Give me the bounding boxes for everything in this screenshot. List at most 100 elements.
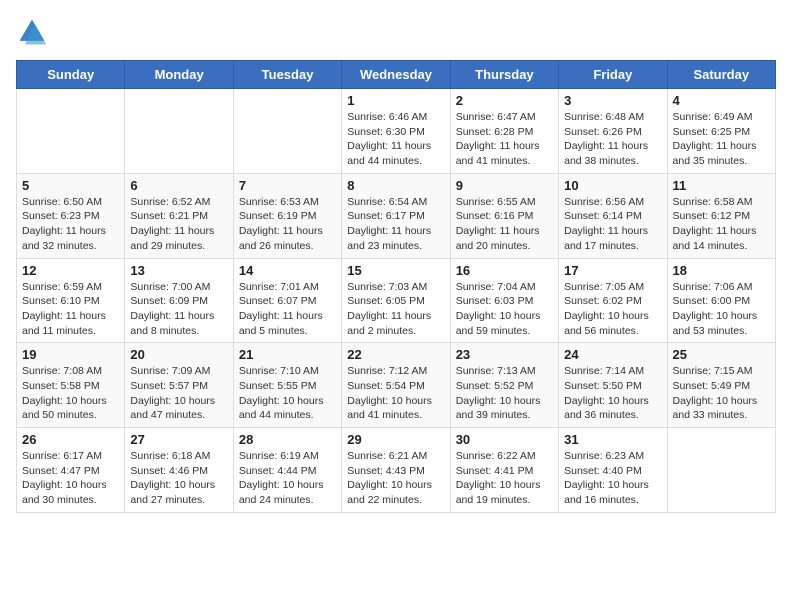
day-number: 24 (564, 347, 661, 362)
day-number: 21 (239, 347, 336, 362)
day-info: Sunrise: 7:10 AM Sunset: 5:55 PM Dayligh… (239, 364, 336, 423)
calendar-header-row: SundayMondayTuesdayWednesdayThursdayFrid… (17, 61, 776, 89)
day-number: 2 (456, 93, 553, 108)
day-info: Sunrise: 6:18 AM Sunset: 4:46 PM Dayligh… (130, 449, 227, 508)
weekday-header: Monday (125, 61, 233, 89)
day-info: Sunrise: 6:46 AM Sunset: 6:30 PM Dayligh… (347, 110, 444, 169)
calendar-cell: 22 Sunrise: 7:12 AM Sunset: 5:54 PM Dayli… (342, 343, 450, 428)
calendar-cell: 20 Sunrise: 7:09 AM Sunset: 5:57 PM Dayli… (125, 343, 233, 428)
calendar-cell: 11 Sunrise: 6:58 AM Sunset: 6:12 PM Dayli… (667, 173, 775, 258)
day-number: 7 (239, 178, 336, 193)
calendar-week-row: 19 Sunrise: 7:08 AM Sunset: 5:58 PM Dayli… (17, 343, 776, 428)
calendar-cell: 10 Sunrise: 6:56 AM Sunset: 6:14 PM Dayli… (559, 173, 667, 258)
day-info: Sunrise: 7:00 AM Sunset: 6:09 PM Dayligh… (130, 280, 227, 339)
calendar-cell: 24 Sunrise: 7:14 AM Sunset: 5:50 PM Dayli… (559, 343, 667, 428)
calendar-cell (125, 89, 233, 174)
calendar-cell: 1 Sunrise: 6:46 AM Sunset: 6:30 PM Daylig… (342, 89, 450, 174)
calendar-cell: 27 Sunrise: 6:18 AM Sunset: 4:46 PM Dayli… (125, 428, 233, 513)
calendar-cell: 17Sunrise: 7:05 AM Sunset: 6:02 PM Dayli… (559, 258, 667, 343)
day-info: Sunrise: 6:48 AM Sunset: 6:26 PM Dayligh… (564, 110, 661, 169)
calendar-cell: 13 Sunrise: 7:00 AM Sunset: 6:09 PM Dayli… (125, 258, 233, 343)
calendar-cell: 12 Sunrise: 6:59 AM Sunset: 6:10 PM Dayli… (17, 258, 125, 343)
day-number: 30 (456, 432, 553, 447)
day-info: Sunrise: 6:21 AM Sunset: 4:43 PM Dayligh… (347, 449, 444, 508)
day-number: 29 (347, 432, 444, 447)
day-info: Sunrise: 7:13 AM Sunset: 5:52 PM Dayligh… (456, 364, 553, 423)
day-info: Sunrise: 6:56 AM Sunset: 6:14 PM Dayligh… (564, 195, 661, 254)
day-number: 27 (130, 432, 227, 447)
day-info: Sunrise: 7:12 AM Sunset: 5:54 PM Dayligh… (347, 364, 444, 423)
weekday-header: Wednesday (342, 61, 450, 89)
day-info: Sunrise: 6:55 AM Sunset: 6:16 PM Dayligh… (456, 195, 553, 254)
calendar-cell: 8 Sunrise: 6:54 AM Sunset: 6:17 PM Daylig… (342, 173, 450, 258)
calendar-cell: 18 Sunrise: 7:06 AM Sunset: 6:00 PM Dayli… (667, 258, 775, 343)
day-info: Sunrise: 6:53 AM Sunset: 6:19 PM Dayligh… (239, 195, 336, 254)
day-number: 13 (130, 263, 227, 278)
day-info: Sunrise: 6:23 AM Sunset: 4:40 PM Dayligh… (564, 449, 661, 508)
calendar-week-row: 26 Sunrise: 6:17 AM Sunset: 4:47 PM Dayli… (17, 428, 776, 513)
day-info: Sunrise: 6:58 AM Sunset: 6:12 PM Dayligh… (673, 195, 770, 254)
calendar-week-row: 5Sunrise: 6:50 AM Sunset: 6:23 PM Daylig… (17, 173, 776, 258)
calendar-cell: 15 Sunrise: 7:03 AM Sunset: 6:05 PM Dayli… (342, 258, 450, 343)
day-number: 10 (564, 178, 661, 193)
calendar-cell: 19 Sunrise: 7:08 AM Sunset: 5:58 PM Dayli… (17, 343, 125, 428)
day-number: 31 (564, 432, 661, 447)
day-number: 28 (239, 432, 336, 447)
day-info: Sunrise: 6:49 AM Sunset: 6:25 PM Dayligh… (673, 110, 770, 169)
calendar-cell: 30 Sunrise: 6:22 AM Sunset: 4:41 PM Dayli… (450, 428, 558, 513)
day-number: 20 (130, 347, 227, 362)
day-info: Sunrise: 6:52 AM Sunset: 6:21 PM Dayligh… (130, 195, 227, 254)
day-number: 6 (130, 178, 227, 193)
day-number: 16 (456, 263, 553, 278)
day-info: Sunrise: 6:50 AM Sunset: 6:23 PM Dayligh… (22, 195, 119, 254)
day-number: 17 (564, 263, 661, 278)
weekday-header: Tuesday (233, 61, 341, 89)
calendar-cell (233, 89, 341, 174)
day-number: 15 (347, 263, 444, 278)
day-number: 9 (456, 178, 553, 193)
day-info: Sunrise: 6:47 AM Sunset: 6:28 PM Dayligh… (456, 110, 553, 169)
day-info: Sunrise: 6:17 AM Sunset: 4:47 PM Dayligh… (22, 449, 119, 508)
calendar-cell: 7 Sunrise: 6:53 AM Sunset: 6:19 PM Daylig… (233, 173, 341, 258)
calendar-cell: 31 Sunrise: 6:23 AM Sunset: 4:40 PM Dayli… (559, 428, 667, 513)
calendar-cell: 9 Sunrise: 6:55 AM Sunset: 6:16 PM Daylig… (450, 173, 558, 258)
day-info: Sunrise: 6:54 AM Sunset: 6:17 PM Dayligh… (347, 195, 444, 254)
day-number: 8 (347, 178, 444, 193)
calendar-cell: 16Sunrise: 7:04 AM Sunset: 6:03 PM Dayli… (450, 258, 558, 343)
calendar-cell (667, 428, 775, 513)
day-info: Sunrise: 7:14 AM Sunset: 5:50 PM Dayligh… (564, 364, 661, 423)
day-info: Sunrise: 7:08 AM Sunset: 5:58 PM Dayligh… (22, 364, 119, 423)
weekday-header: Friday (559, 61, 667, 89)
calendar-cell: 26 Sunrise: 6:17 AM Sunset: 4:47 PM Dayli… (17, 428, 125, 513)
weekday-header: Saturday (667, 61, 775, 89)
weekday-header: Sunday (17, 61, 125, 89)
calendar-cell: 23Sunrise: 7:13 AM Sunset: 5:52 PM Dayli… (450, 343, 558, 428)
day-info: Sunrise: 7:09 AM Sunset: 5:57 PM Dayligh… (130, 364, 227, 423)
calendar-cell: 2 Sunrise: 6:47 AM Sunset: 6:28 PM Daylig… (450, 89, 558, 174)
page-header (16, 16, 776, 48)
day-info: Sunrise: 6:59 AM Sunset: 6:10 PM Dayligh… (22, 280, 119, 339)
logo (16, 16, 52, 48)
day-info: Sunrise: 6:19 AM Sunset: 4:44 PM Dayligh… (239, 449, 336, 508)
day-number: 12 (22, 263, 119, 278)
calendar-cell: 21 Sunrise: 7:10 AM Sunset: 5:55 PM Dayli… (233, 343, 341, 428)
day-number: 1 (347, 93, 444, 108)
calendar-cell: 29 Sunrise: 6:21 AM Sunset: 4:43 PM Dayli… (342, 428, 450, 513)
day-info: Sunrise: 7:06 AM Sunset: 6:00 PM Dayligh… (673, 280, 770, 339)
calendar-table: SundayMondayTuesdayWednesdayThursdayFrid… (16, 60, 776, 513)
day-number: 22 (347, 347, 444, 362)
calendar-cell: 4Sunrise: 6:49 AM Sunset: 6:25 PM Daylig… (667, 89, 775, 174)
day-info: Sunrise: 7:03 AM Sunset: 6:05 PM Dayligh… (347, 280, 444, 339)
calendar-cell: 3Sunrise: 6:48 AM Sunset: 6:26 PM Daylig… (559, 89, 667, 174)
calendar-cell: 14Sunrise: 7:01 AM Sunset: 6:07 PM Dayli… (233, 258, 341, 343)
day-number: 11 (673, 178, 770, 193)
logo-icon (16, 16, 48, 48)
day-info: Sunrise: 6:22 AM Sunset: 4:41 PM Dayligh… (456, 449, 553, 508)
day-number: 14 (239, 263, 336, 278)
day-number: 19 (22, 347, 119, 362)
day-number: 25 (673, 347, 770, 362)
day-number: 26 (22, 432, 119, 447)
day-number: 18 (673, 263, 770, 278)
calendar-week-row: 12 Sunrise: 6:59 AM Sunset: 6:10 PM Dayli… (17, 258, 776, 343)
calendar-cell: 6 Sunrise: 6:52 AM Sunset: 6:21 PM Daylig… (125, 173, 233, 258)
